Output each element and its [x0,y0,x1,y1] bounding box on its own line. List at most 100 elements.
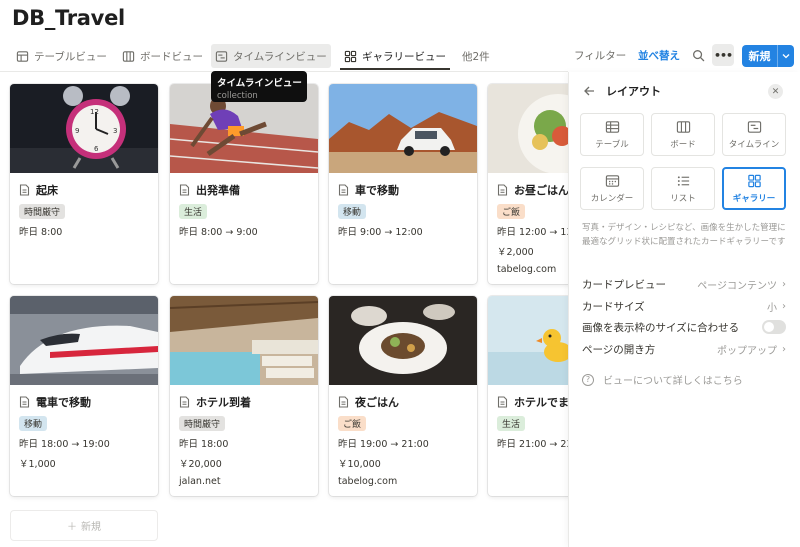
layout-option-timeline[interactable]: タイムライン [722,113,786,156]
svg-text:12: 12 [90,108,99,116]
add-new-label: 新規 [81,522,101,533]
page-title: DB_Travel [12,6,125,30]
tab-board-view[interactable]: ボードビュー [118,44,207,68]
page-icon [497,184,508,196]
help-text: ビューについて詳しくはこちら [603,376,743,387]
setting-label: 画像を表示枠のサイズに合わせる [582,321,740,334]
svg-text:3: 3 [113,127,117,135]
gallery-card[interactable]: ホテルでまったり 生活 昨日 21:00 → 23:00 [488,296,568,496]
search-icon[interactable] [692,49,705,62]
card-site: tabelog.com [338,476,398,487]
fit-image-toggle[interactable] [762,320,786,334]
filter-button[interactable]: フィルター [574,48,626,63]
lunch-image [488,84,568,173]
plus-icon: ＋ [67,522,77,533]
setting-card-size[interactable]: カードサイズ 小 › [582,297,786,315]
card-price: ￥1,000 [19,459,56,470]
chevron-down-icon[interactable] [778,45,794,67]
gallery-card[interactable]: 電車で移動 移動 昨日 18:00 → 19:00 ￥1,000 [10,296,158,496]
tab-timeline-view[interactable]: タイムラインビュー [211,44,331,68]
card-date: 昨日 19:00 → 21:00 [338,439,429,450]
close-icon[interactable]: ✕ [768,84,783,99]
new-button-label: 新規 [742,45,778,67]
card-title-text: ホテル到着 [196,396,251,409]
setting-fit-image: 画像を表示枠のサイズに合わせる [582,318,786,336]
svg-text:6: 6 [94,145,99,153]
tag-badge: 生活 [497,416,526,431]
page-icon [497,396,508,408]
tag-badge: 時間厳守 [19,204,66,219]
layout-label: カレンダー [590,193,634,204]
card-cover-image [488,84,568,173]
train-image [10,296,158,385]
layout-option-table[interactable]: テーブル [580,113,644,156]
layout-option-board[interactable]: ボード [651,113,715,156]
tooltip: タイムラインビュー collection [211,71,307,102]
setting-label: ページの開き方 [582,343,656,356]
card-title: 起床 [19,182,58,198]
page-icon [179,396,190,408]
card-title: お昼ごはん [497,182,568,198]
more-options-button[interactable]: ••• [712,44,734,66]
new-button[interactable]: 新規 [742,45,794,67]
layout-description: 写真・デザイン・レシピなど、画像を生かした管理に最適なグリッド状に配置されたカー… [582,223,786,247]
card-title-text: 車で移動 [355,184,399,197]
card-title: 夜ごはん [338,394,399,410]
card-site: tabelog.com [497,264,557,275]
card-price: ￥10,000 [338,459,381,470]
view-tabs: テーブルビュー ボードビュー タイムラインビュー ギャラリービュー 他2件 [0,44,800,70]
layout-option-gallery[interactable]: ギャラリー [722,167,786,210]
tag-badge: 生活 [179,204,208,219]
back-arrow-icon[interactable] [583,85,595,97]
add-new-card-button[interactable]: ＋ 新規 [10,510,158,541]
tab-label: ボードビュー [140,50,203,63]
tooltip-subtitle: collection [217,91,258,101]
gallery-card[interactable]: 車で移動 移動 昨日 9:00 → 12:00 [329,84,477,284]
board-icon [676,120,690,133]
tag-badge: ご飯 [338,416,367,431]
card-date: 昨日 18:00 → 19:00 [19,439,110,450]
gallery-card[interactable]: 12 9 3 6 起床 時間厳守 昨日 8:00 [10,84,158,284]
setting-value: ページコンテンツ [697,280,777,292]
gallery-card[interactable]: ホテル到着 時間厳守 昨日 18:00 ￥20,000 jalan.net [170,296,318,496]
tab-gallery-view[interactable]: ギャラリービュー [340,44,450,70]
card-cover-image: 12 9 3 6 [10,84,158,173]
layout-label: タイムライン [728,139,780,150]
setting-card-preview[interactable]: カードプレビュー ページコンテンツ › [582,275,786,293]
svg-text:9: 9 [75,127,79,135]
page-icon [19,184,30,196]
more-views-button[interactable]: 他2件 [462,44,490,68]
card-title: ホテルでまったり [497,394,568,410]
desert-car-image [329,84,477,173]
setting-label: カードサイズ [582,300,645,313]
help-icon: ? [582,373,594,386]
layout-label: リスト [670,193,696,204]
alarm-clock-image: 12 9 3 6 [10,84,158,173]
page-icon [179,184,190,196]
page-icon [338,396,349,408]
card-price: ￥2,000 [497,247,534,258]
card-title-text: 電車で移動 [36,396,91,409]
tab-table-view[interactable]: テーブルビュー [12,44,111,68]
card-price: ￥20,000 [179,459,222,470]
gallery-card[interactable]: お昼ごはん ご飯 昨日 12:00 → 13:00 ￥2,000 tabelog… [488,84,568,284]
card-title-text: 夜ごはん [355,396,399,409]
tab-label: ギャラリービュー [362,50,446,63]
gallery-icon [344,50,357,62]
card-title-text: 起床 [36,184,58,197]
layout-option-calendar[interactable]: カレンダー [580,167,644,210]
layout-label: ボード [670,139,696,150]
gallery-card[interactable]: 出発準備 生活 昨日 8:00 → 9:00 [170,84,318,284]
layout-label: テーブル [595,139,629,150]
tag-badge: 移動 [19,416,48,431]
layout-option-list[interactable]: リスト [651,167,715,210]
setting-open-pages[interactable]: ページの開き方 ポップアップ › [582,340,786,358]
help-link[interactable]: ? ビューについて詳しくはこちら [582,372,743,387]
tag-badge: 移動 [338,204,367,219]
tooltip-title: タイムラインビュー [217,78,302,89]
sort-button[interactable]: 並べ替え [638,48,680,63]
gallery-card[interactable]: 夜ごはん ご飯 昨日 19:00 → 21:00 ￥10,000 tabelog… [329,296,477,496]
card-date: 昨日 18:00 [179,439,229,450]
card-date: 昨日 9:00 → 12:00 [338,227,423,238]
rubber-duck-image [488,296,568,385]
